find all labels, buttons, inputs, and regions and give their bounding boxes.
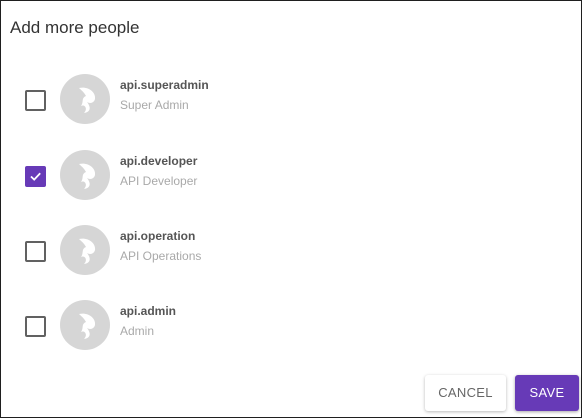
list-item: api.admin Admin xyxy=(1,300,581,356)
avatar xyxy=(60,225,110,275)
avatar xyxy=(60,150,110,200)
default-avatar-icon xyxy=(79,163,96,189)
person-role: API Developer xyxy=(120,174,198,188)
person-checkbox[interactable] xyxy=(25,166,46,187)
list-item: api.developer API Developer xyxy=(1,150,581,206)
person-name: api.superadmin xyxy=(120,78,209,92)
list-item: api.operation API Operations xyxy=(1,225,581,281)
avatar xyxy=(60,300,110,350)
save-button[interactable]: SAVE xyxy=(515,375,579,411)
avatar xyxy=(60,74,110,124)
person-name: api.operation xyxy=(120,229,196,243)
list-item: api.superadmin Super Admin xyxy=(1,74,581,130)
default-avatar-icon xyxy=(79,238,96,264)
default-avatar-icon xyxy=(79,87,96,113)
person-role: Super Admin xyxy=(120,98,189,112)
person-checkbox[interactable] xyxy=(25,90,46,111)
person-role: Admin xyxy=(120,324,155,338)
person-checkbox[interactable] xyxy=(25,316,46,337)
person-role: API Operations xyxy=(120,249,202,263)
person-name: api.developer xyxy=(120,154,198,168)
person-checkbox[interactable] xyxy=(25,241,46,262)
default-avatar-icon xyxy=(79,313,96,339)
checkmark-icon xyxy=(30,172,41,181)
add-people-dialog: Add more people api.superadmin Super Adm… xyxy=(0,0,582,418)
dialog-title: Add more people xyxy=(10,18,140,37)
person-name: api.admin xyxy=(120,304,177,318)
cancel-button[interactable]: CANCEL xyxy=(425,375,506,411)
